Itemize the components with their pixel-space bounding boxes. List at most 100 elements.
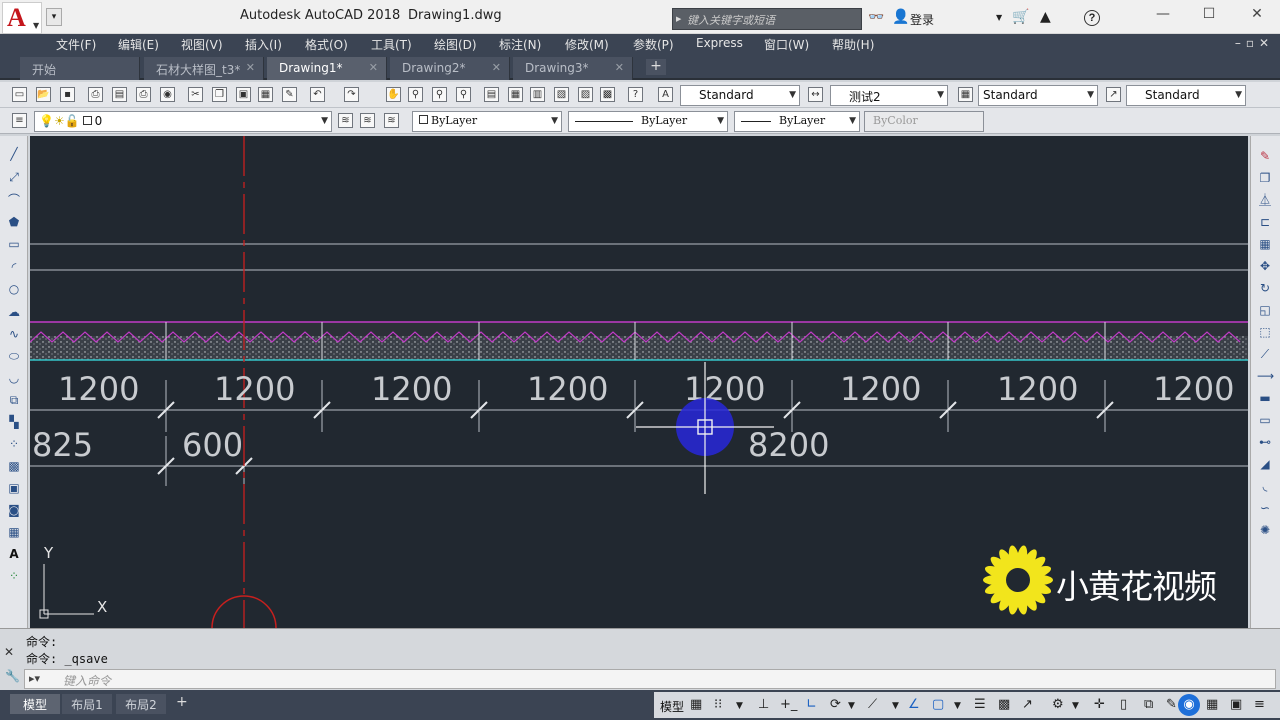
markup-icon[interactable]: ▨ [578, 87, 593, 102]
add-layout-button[interactable]: + [176, 694, 188, 710]
command-prompt-icon[interactable]: ▸▾ [29, 672, 40, 685]
tab-file[interactable]: Drawing3* ✕ [513, 57, 633, 80]
text-style-icon[interactable]: A [658, 87, 673, 102]
trim-icon[interactable]: ⟋ [1257, 346, 1273, 362]
stretch-icon[interactable]: ⬚ [1257, 324, 1273, 340]
print-icon[interactable]: ⎙ [88, 87, 103, 102]
match-properties-icon[interactable]: ✎ [282, 87, 297, 102]
menu-format[interactable]: 格式(O) [305, 36, 348, 53]
break-at-point-icon[interactable]: ▬ [1257, 390, 1273, 406]
array-icon[interactable]: ▦ [1257, 236, 1273, 252]
cart-icon[interactable]: 🛒 [1012, 9, 1029, 25]
polygon-icon[interactable]: ⬟ [6, 214, 22, 230]
menu-express[interactable]: Express [696, 36, 743, 50]
lock-ui-icon[interactable]: ⧉ [1144, 697, 1153, 712]
quick-access-toolbar-button[interactable]: ▾ [46, 8, 62, 26]
close-icon[interactable]: ✕ [492, 61, 501, 74]
region-icon[interactable]: ◙ [6, 502, 22, 518]
publish-icon[interactable]: ⎙ [136, 87, 151, 102]
zoom-realtime-icon[interactable]: ⚲ [408, 87, 423, 102]
break-icon[interactable]: ▭ [1257, 412, 1273, 428]
cut-icon[interactable]: ✂ [188, 87, 203, 102]
polyline-icon[interactable]: ⌒ [6, 192, 22, 208]
rectangle-icon[interactable]: ▭ [6, 236, 22, 252]
menu-window[interactable]: 窗口(W) [764, 36, 809, 53]
menu-help[interactable]: 帮助(H) [832, 36, 874, 53]
transparency-icon[interactable]: ▩ [998, 697, 1010, 712]
open-file-icon[interactable]: 📂 [36, 87, 51, 102]
hardware-acceleration-icon[interactable]: ◉ [1178, 694, 1200, 716]
add-selected-icon[interactable]: ⁘ [6, 568, 22, 584]
object-snap-icon[interactable]: ▢ [932, 697, 944, 712]
zoom-previous-icon[interactable]: ⚲ [456, 87, 471, 102]
polar-tracking-icon[interactable]: ⟳ [830, 697, 841, 712]
multileader-style-select[interactable]: Standard ▼ [1126, 85, 1246, 106]
mtext-icon[interactable]: A [6, 546, 22, 562]
hatch-icon[interactable]: ▩ [6, 458, 22, 474]
quick-properties-icon[interactable]: ▯ [1120, 697, 1127, 712]
close-icon[interactable]: ✕ [369, 61, 378, 74]
model-space-button[interactable]: 模型 [660, 698, 684, 715]
command-input[interactable]: ▸▾ 键入命令 [24, 669, 1276, 689]
isolate-objects-icon[interactable]: ✎ [1166, 697, 1177, 712]
construction-line-icon[interactable]: ⤢ [6, 169, 22, 185]
clean-screen-icon[interactable]: ▦ [1206, 697, 1218, 712]
close-button[interactable]: ✕ [1244, 6, 1270, 26]
grid-icon[interactable]: ▦ [690, 697, 702, 712]
offset-icon[interactable]: ⊏ [1257, 214, 1273, 230]
help-icon[interactable]: ? [1084, 10, 1100, 26]
menu-draw[interactable]: 绘图(D) [434, 36, 477, 53]
wrench-icon[interactable]: 🔧 [5, 669, 20, 683]
close-icon[interactable]: ✕ [615, 61, 624, 74]
chevron-down-icon[interactable]: ▼ [848, 701, 855, 711]
insert-block-icon[interactable]: ⧉ [6, 392, 22, 408]
point-icon[interactable]: ⁘ [6, 436, 22, 452]
dim-style-icon[interactable]: ↔ [808, 87, 823, 102]
rotate-icon[interactable]: ↻ [1257, 280, 1273, 296]
minimize-button[interactable]: — [1150, 6, 1176, 26]
sheet-set-icon[interactable]: ▧ [554, 87, 569, 102]
text-style-select[interactable]: Standard ▼ [680, 85, 800, 106]
menu-modify[interactable]: 修改(M) [565, 36, 609, 53]
infer-constraints-icon[interactable]: ⊥ [758, 697, 769, 712]
layer-states-icon[interactable]: ≋ [384, 113, 399, 128]
new-tab-button[interactable]: + [646, 59, 666, 75]
login-button[interactable]: 登录 [910, 11, 934, 28]
tab-file[interactable]: Drawing2* ✕ [390, 57, 510, 80]
layer-previous-icon[interactable]: ≋ [360, 113, 375, 128]
multileader-style-icon[interactable]: ↗ [1106, 87, 1121, 102]
tab-file[interactable]: 石材大样图_t3* ✕ [144, 57, 264, 80]
dynamic-input-icon[interactable]: +_ [780, 697, 797, 712]
customization-icon[interactable]: ▣ [1230, 697, 1242, 712]
snap-icon[interactable]: ⁝⁝ [714, 697, 722, 712]
chevron-down-icon[interactable]: ▼ [892, 701, 899, 711]
gear-icon[interactable]: ⚙ [1052, 697, 1064, 712]
table-style-select[interactable]: Standard ▼ [978, 85, 1098, 106]
menu-icon[interactable]: ≡ [1254, 697, 1265, 712]
fillet-icon[interactable]: ◟ [1257, 478, 1273, 494]
color-select[interactable]: ByLayer ▼ [412, 111, 562, 132]
blend-icon[interactable]: ∽ [1257, 500, 1273, 516]
properties-icon[interactable]: ▤ [484, 87, 499, 102]
erase-icon[interactable]: ✎ [1257, 148, 1273, 164]
ortho-icon[interactable]: ∟ [806, 697, 817, 712]
chamfer-icon[interactable]: ◢ [1257, 456, 1273, 472]
undo-icon[interactable]: ↶ [310, 87, 325, 102]
copy-icon[interactable]: ❐ [1257, 170, 1273, 186]
revision-cloud-icon[interactable]: ☁ [6, 304, 22, 320]
tab-file-active[interactable]: Drawing1* ✕ [267, 57, 387, 80]
mirror-icon[interactable]: ⏅ [1257, 192, 1273, 208]
line-icon[interactable]: ╱ [6, 146, 22, 162]
mdi-window-controls[interactable]: –▫✕ [1235, 36, 1274, 50]
ellipse-arc-icon[interactable]: ◡ [6, 370, 22, 386]
make-current-layer-icon[interactable]: ≋ [338, 113, 353, 128]
menu-file[interactable]: 文件(F) [56, 36, 96, 53]
layout-tab-2[interactable]: 布局2 [116, 694, 166, 714]
zoom-window-icon[interactable]: ⚲ [432, 87, 447, 102]
circle-icon[interactable]: ○ [6, 281, 22, 297]
join-icon[interactable]: ⊷ [1257, 434, 1273, 450]
explode-icon[interactable]: ✺ [1257, 522, 1273, 538]
search-input[interactable]: ▶ 键入关键字或短语 [672, 8, 862, 30]
preview-icon[interactable]: ▤ [112, 87, 127, 102]
spline-icon[interactable]: ∿ [6, 326, 22, 342]
